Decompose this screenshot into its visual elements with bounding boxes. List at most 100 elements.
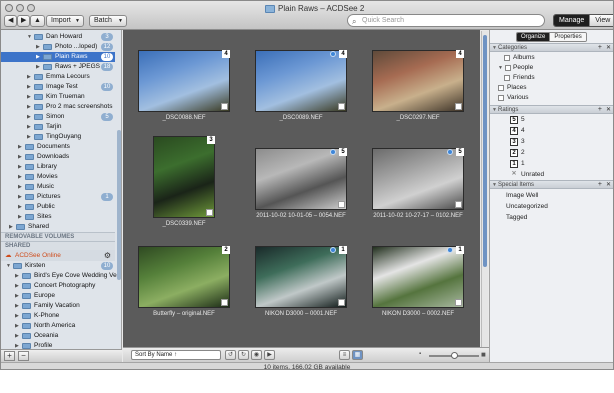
- manage-mode-button[interactable]: Manage: [554, 15, 590, 26]
- sidebar-folder-row[interactable]: ▶ K-Phone: [1, 311, 115, 321]
- add-folder-button[interactable]: +: [4, 351, 15, 361]
- thumbnail-image[interactable]: [372, 246, 464, 308]
- disclosure-triangle-icon[interactable]: ▶: [15, 341, 19, 349]
- special-item-row[interactable]: Image Well: [506, 191, 538, 201]
- thumbnail-cell[interactable]: 1 NIKON D3000 – 0002.NEF: [363, 232, 473, 332]
- disclosure-triangle-icon[interactable]: ▶: [27, 92, 31, 102]
- sidebar-folder-row[interactable]: ▶ TingOuyang: [1, 132, 115, 142]
- back-button[interactable]: ◀: [4, 15, 18, 27]
- zoom-slider[interactable]: [429, 352, 479, 359]
- sidebar-folder-row[interactable]: ▶ Downloads: [1, 152, 115, 162]
- thumbnail-cell[interactable]: 2 Butterfly – original.NEF: [129, 232, 239, 332]
- disclosure-triangle-icon[interactable]: ▶: [27, 82, 31, 92]
- sidebar-folder-row[interactable]: ▼ Kirsten 10: [1, 261, 115, 271]
- disclosure-triangle-icon[interactable]: ▶: [27, 132, 31, 142]
- disclosure-triangle-icon[interactable]: ▼: [498, 63, 503, 73]
- disclosure-triangle-icon[interactable]: ▶: [18, 152, 22, 162]
- category-checkbox[interactable]: [498, 85, 504, 91]
- disclosure-triangle-icon[interactable]: ▶: [15, 321, 19, 331]
- category-checkbox[interactable]: [504, 75, 510, 81]
- disclosure-triangle-icon[interactable]: ▶: [18, 192, 22, 202]
- rating-row[interactable]: 44: [490, 126, 613, 136]
- disclosure-triangle-icon[interactable]: ▶: [36, 42, 40, 52]
- sidebar-folder-row[interactable]: ▶ Documents: [1, 142, 115, 152]
- thumbnail-cell[interactable]: 5 2011-10-02 10-27-17 – 0102.NEF: [363, 134, 473, 234]
- category-checkbox[interactable]: [505, 65, 511, 71]
- disclosure-triangle-icon[interactable]: ▶: [15, 291, 19, 301]
- add-icon[interactable]: +: [598, 106, 602, 114]
- sidebar-folder-row[interactable]: ▶ Public: [1, 202, 115, 212]
- thumbnail-image[interactable]: [153, 136, 215, 218]
- disclosure-triangle-icon[interactable]: ▶: [15, 281, 19, 291]
- thumbnail-image[interactable]: [255, 50, 347, 112]
- disclosure-triangle-icon[interactable]: ▶: [18, 202, 22, 212]
- sidebar-folder-row[interactable]: ▶ Kim Trueman: [1, 92, 115, 102]
- rating-row[interactable]: 55: [490, 115, 613, 125]
- rating-row[interactable]: ✕ Unrated: [490, 170, 613, 180]
- category-row[interactable]: Places: [490, 83, 613, 93]
- sidebar-folder-row[interactable]: ▶ Bird's Eye Cove Wedding Venue: [1, 271, 121, 281]
- category-row[interactable]: Various: [490, 93, 613, 103]
- special-item-row[interactable]: Uncategorized: [506, 202, 548, 212]
- thumbnail-cell[interactable]: 5 2011-10-02 10-01-05 – 0054.NEF: [246, 134, 356, 234]
- sort-dropdown[interactable]: Sort By Name ↑: [131, 350, 221, 360]
- sidebar-folder-row[interactable]: ▶ Pro 2 mac screenshots: [1, 102, 115, 112]
- remove-folder-button[interactable]: −: [18, 351, 29, 361]
- thumbnail-cell[interactable]: 4 _DSC0089.NEF: [246, 36, 356, 136]
- sidebar-folder-row[interactable]: ▶ Photo ...loped) 12: [1, 42, 115, 52]
- batch-button[interactable]: Batch ▼: [89, 15, 127, 27]
- select-checkbox[interactable]: [338, 103, 345, 110]
- thumbnail-image[interactable]: [138, 246, 230, 308]
- disclosure-triangle-icon[interactable]: ▼: [492, 181, 497, 189]
- disclosure-triangle-icon[interactable]: ▼: [492, 106, 497, 114]
- select-checkbox[interactable]: [338, 299, 345, 306]
- sidebar-folder-row[interactable]: ▶ Plain Raws 10: [1, 52, 115, 62]
- thumbnail-image[interactable]: [138, 50, 230, 112]
- disclosure-triangle-icon[interactable]: ▼: [27, 32, 32, 42]
- list-view-icon[interactable]: ≡: [339, 350, 350, 360]
- thumbnail-image[interactable]: [255, 246, 347, 308]
- sidebar-folder-row[interactable]: ▶ Shared: [1, 222, 115, 232]
- thumbnail-image[interactable]: [372, 148, 464, 210]
- special-item-row[interactable]: Tagged: [506, 213, 527, 223]
- disclosure-triangle-icon[interactable]: ▼: [492, 44, 497, 52]
- thumbnail-view-icon[interactable]: ▦: [352, 350, 363, 360]
- select-checkbox[interactable]: [455, 201, 462, 208]
- thumbnail-cell[interactable]: 4 _DSC0088.NEF: [129, 36, 239, 136]
- close-window-button[interactable]: [5, 4, 13, 12]
- disclosure-triangle-icon[interactable]: ▶: [27, 102, 31, 112]
- select-checkbox[interactable]: [455, 103, 462, 110]
- disclosure-triangle-icon[interactable]: ▶: [18, 172, 22, 182]
- disclosure-triangle-icon[interactable]: ▶: [18, 162, 22, 172]
- grid-scroll-knob[interactable]: [483, 35, 487, 267]
- slideshow-icon[interactable]: ▶: [264, 350, 275, 360]
- up-button[interactable]: ▲: [30, 15, 45, 27]
- preview-icon[interactable]: ◉: [251, 350, 262, 360]
- view-mode-button[interactable]: View: [589, 15, 613, 26]
- category-row[interactable]: Albums: [490, 53, 613, 63]
- select-checkbox[interactable]: [221, 103, 228, 110]
- disclosure-triangle-icon[interactable]: ▶: [15, 271, 19, 281]
- minimize-window-button[interactable]: [16, 4, 24, 12]
- sidebar-folder-row[interactable]: ▶ Image Test 10: [1, 82, 115, 92]
- sidebar-folder-row[interactable]: ▶ North America: [1, 321, 115, 331]
- disclosure-triangle-icon[interactable]: ▶: [15, 311, 19, 321]
- select-checkbox[interactable]: [338, 201, 345, 208]
- add-icon[interactable]: +: [598, 181, 602, 189]
- category-checkbox[interactable]: [498, 95, 504, 101]
- categories-header[interactable]: ▼ Categories + ✕: [490, 43, 613, 52]
- close-icon[interactable]: ✕: [606, 181, 611, 189]
- disclosure-triangle-icon[interactable]: ▶: [27, 122, 31, 132]
- close-icon[interactable]: ✕: [606, 106, 611, 114]
- quick-search-input[interactable]: ⌕ Quick Search: [347, 14, 545, 27]
- sidebar-folder-row[interactable]: ▼ Dan Howard 3: [1, 32, 115, 42]
- acdsee-online-header[interactable]: ☁ ACDSee Online ⚙: [1, 250, 115, 261]
- disclosure-triangle-icon[interactable]: ▶: [15, 301, 19, 311]
- sidebar-folder-row[interactable]: ▶ Movies: [1, 172, 115, 182]
- select-checkbox[interactable]: [221, 299, 228, 306]
- category-row[interactable]: Friends: [490, 73, 613, 83]
- sidebar-folder-row[interactable]: ▶ Family Vacation: [1, 301, 115, 311]
- disclosure-triangle-icon[interactable]: ▶: [27, 112, 31, 122]
- tab-organize[interactable]: Organize: [517, 33, 550, 41]
- category-row[interactable]: ▼ People: [490, 63, 613, 73]
